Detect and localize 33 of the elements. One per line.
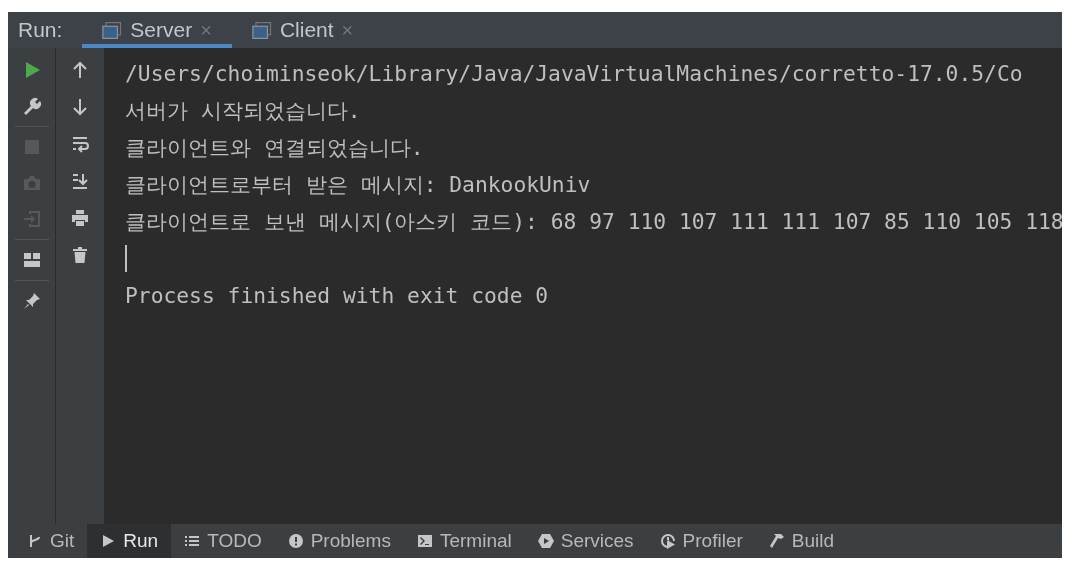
window-icon <box>251 21 272 39</box>
list-icon <box>184 533 201 549</box>
tool-window-button[interactable]: Run <box>87 524 172 558</box>
text-cursor <box>125 245 127 272</box>
console-line: Process finished with exit code 0 <box>125 283 549 308</box>
hexagon-play-icon <box>537 533 554 549</box>
pin-icon[interactable] <box>21 291 42 311</box>
tool-window-button[interactable]: Profiler <box>646 524 756 558</box>
tool-window-button[interactable]: Terminal <box>403 524 525 558</box>
console-line: /Users/choiminseok/Library/Java/JavaVirtualMachines/corretto-17.0.5/Co <box>125 61 1023 86</box>
tool-window-button[interactable]: Problems <box>274 524 404 558</box>
down-icon[interactable] <box>70 97 90 117</box>
tool-window-button[interactable]: TODO <box>171 524 275 558</box>
console-line: 클라이언트와 연결되었습니다. <box>125 134 424 162</box>
gauge-play-icon <box>659 533 676 549</box>
console-line: 서버가 시작되었습니다. <box>125 97 361 125</box>
tool-window-button[interactable]: Build <box>755 524 848 558</box>
scroll-end-icon[interactable] <box>70 171 90 191</box>
wrap-icon[interactable] <box>70 134 90 154</box>
run-label: Run: <box>17 17 64 43</box>
terminal-icon <box>416 533 433 549</box>
print-icon[interactable] <box>70 208 90 228</box>
hammer-icon <box>768 533 785 549</box>
console-tab[interactable]: Client × <box>231 12 374 48</box>
layout-icon[interactable] <box>21 250 42 270</box>
exclamation-icon <box>287 533 304 549</box>
tool-window-button[interactable]: Services <box>524 524 647 558</box>
console-line: 클라이언트로부터 받은 메시지: DankookUniv <box>125 171 591 199</box>
window-icon <box>102 21 123 39</box>
trash-icon[interactable] <box>70 245 90 265</box>
branch-icon <box>27 533 43 549</box>
console-line: 클라이언트로 보낸 메시지(아스키 코드): 68 97 110 107 111 111 107 85 110 105 118 <box>125 208 1062 236</box>
tool-window-button[interactable]: Git <box>14 524 88 558</box>
